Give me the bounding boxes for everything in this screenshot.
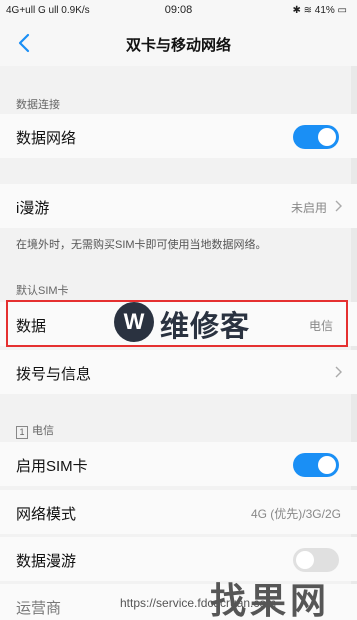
watermark-url: https://service.fdcdcruan.com bbox=[120, 596, 277, 610]
toggle-knob bbox=[318, 456, 336, 474]
chevron-right-icon bbox=[335, 200, 342, 212]
iroaming-row[interactable]: i漫游 未启用 bbox=[0, 184, 357, 228]
toggle-knob bbox=[296, 551, 314, 569]
page-title: 双卡与移动网络 bbox=[125, 37, 231, 54]
watermark-logo: W bbox=[114, 302, 154, 342]
status-bar: 4G+ull G ull 0.9K/s 09:08 ✱ ≋ 41% ▭ bbox=[0, 0, 357, 22]
battery-status: ✱ ≋ 41% ▭ bbox=[292, 5, 347, 16]
sim1-carrier-heading: 电信 bbox=[32, 425, 54, 437]
data-network-label: 数据网络 bbox=[16, 130, 77, 147]
enable-sim-row[interactable]: 启用SIM卡 bbox=[0, 442, 357, 486]
chevron-right-icon bbox=[335, 366, 342, 378]
data-roaming-label: 数据漫游 bbox=[16, 553, 77, 570]
data-network-toggle[interactable] bbox=[293, 125, 339, 149]
section-data-connection: 数据连接 bbox=[16, 99, 60, 111]
iroaming-value: 未启用 bbox=[290, 201, 327, 215]
enable-sim-toggle[interactable] bbox=[293, 453, 339, 477]
carrier-label: 运营商 bbox=[16, 600, 62, 617]
section-sim1: 1 电信 bbox=[16, 422, 54, 439]
network-mode-row[interactable]: 网络模式 4G (优先)/3G/2G bbox=[0, 490, 357, 534]
watermark-brand: 维修客 bbox=[160, 311, 251, 343]
iroaming-note: 在境外时，无需购买SIM卡即可使用当地数据网络。 bbox=[16, 239, 267, 251]
section-default-sim: 默认SIM卡 bbox=[16, 285, 69, 297]
sim1-badge: 1 bbox=[16, 426, 28, 439]
dial-messages-row[interactable]: 拨号与信息 bbox=[0, 350, 357, 394]
iroaming-label: i漫游 bbox=[16, 200, 50, 217]
toggle-knob bbox=[318, 128, 336, 146]
watermark-logo-letter: W bbox=[123, 309, 145, 334]
data-network-row[interactable]: 数据网络 bbox=[0, 114, 357, 158]
data-roaming-toggle[interactable] bbox=[293, 548, 339, 572]
title-bar: 双卡与移动网络 bbox=[0, 22, 357, 66]
network-mode-value: 4G (优先)/3G/2G bbox=[250, 507, 341, 521]
dial-messages-label: 拨号与信息 bbox=[16, 366, 92, 383]
enable-sim-label: 启用SIM卡 bbox=[16, 458, 88, 475]
network-mode-label: 网络模式 bbox=[16, 506, 77, 523]
